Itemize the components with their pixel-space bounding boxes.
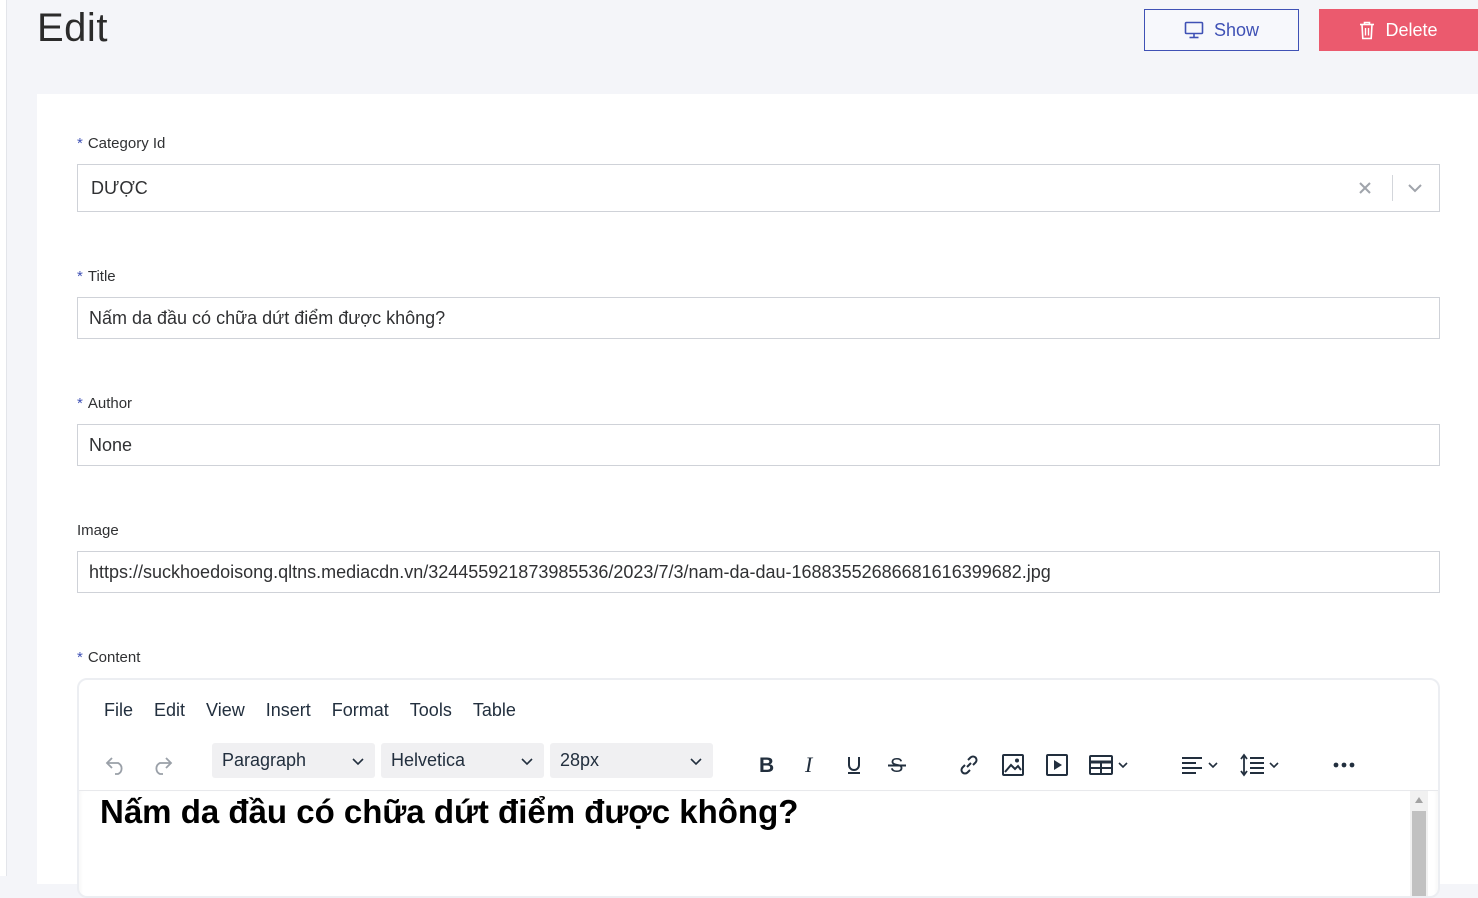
page-title: Edit (37, 6, 108, 50)
clear-icon[interactable] (1353, 176, 1377, 200)
bold-icon[interactable]: B (751, 748, 781, 782)
author-label: * Author (77, 395, 132, 412)
title-label: * Title (77, 268, 116, 285)
block-format-value: Paragraph (222, 750, 307, 770)
show-button[interactable]: Show (1144, 9, 1299, 51)
menu-table[interactable]: Table (473, 700, 516, 721)
author-label-text: Author (87, 395, 133, 412)
delete-button-label: Delete (1385, 19, 1438, 40)
svg-text:B: B (759, 754, 774, 776)
align-icon[interactable] (1177, 748, 1227, 782)
image-url-value: https://suckhoedoisong.qltns.mediacdn.vn… (89, 561, 1051, 582)
undo-icon[interactable] (103, 748, 129, 782)
content-label-text: Content (87, 649, 141, 666)
required-mark: * (77, 649, 83, 666)
menu-edit[interactable]: Edit (154, 700, 185, 721)
scroll-up-arrow-icon[interactable] (1415, 797, 1423, 803)
author-input-value: None (89, 434, 133, 455)
more-icon[interactable] (1329, 748, 1359, 782)
svg-text:I: I (804, 754, 814, 776)
font-size-value: 28px (560, 750, 600, 770)
menu-tools[interactable]: Tools (410, 700, 452, 721)
rich-text-editor: File Edit View Insert Format Tools Table… (77, 678, 1440, 898)
chevron-down-icon (520, 753, 534, 774)
title-input[interactable]: Nấm da đầu có chữa dứt điểm được không? (77, 297, 1440, 339)
chevron-down-icon (689, 753, 703, 774)
menu-file[interactable]: File (104, 700, 133, 721)
author-input[interactable]: None (77, 424, 1440, 466)
image-label-text: Image (77, 522, 119, 539)
image-url-input[interactable]: https://suckhoedoisong.qltns.mediacdn.vn… (77, 551, 1440, 593)
required-mark: * (77, 395, 83, 412)
table-icon[interactable] (1085, 748, 1135, 782)
strikethrough-icon[interactable]: S (882, 748, 912, 782)
chevron-down-icon (351, 753, 365, 774)
sidebar-edge (0, 0, 7, 876)
editor-toolbar: Paragraph Helvetica 28px B I S (79, 742, 1438, 788)
font-size-select[interactable]: 28px (550, 743, 713, 778)
editor-content-area[interactable]: Nấm da đầu có chữa dứt điểm được không? (79, 790, 1438, 896)
font-family-value: Helvetica (391, 750, 466, 770)
menu-format[interactable]: Format (332, 700, 389, 721)
show-button-label: Show (1213, 19, 1260, 40)
chevron-down-icon[interactable] (1403, 176, 1427, 200)
block-format-select[interactable]: Paragraph (212, 743, 375, 778)
required-mark: * (77, 135, 83, 152)
category-label-text: Category Id (87, 135, 166, 152)
image-label: Image (77, 522, 119, 539)
required-mark: * (77, 268, 83, 285)
scroll-thumb[interactable] (1412, 811, 1426, 896)
delete-button[interactable]: Delete (1319, 9, 1478, 51)
content-label: * Content (77, 649, 140, 666)
category-label: * Category Id (77, 135, 165, 152)
menu-insert[interactable]: Insert (266, 700, 311, 721)
menu-view[interactable]: View (206, 700, 245, 721)
editor-scrollbar[interactable] (1410, 791, 1428, 896)
content-heading: Nấm da đầu có chữa dứt điểm được không? (100, 793, 799, 830)
monitor-icon (1184, 21, 1204, 39)
link-icon[interactable] (954, 748, 984, 782)
category-select-value: DƯỢC (91, 177, 148, 198)
select-separator (1392, 175, 1393, 201)
redo-icon[interactable] (149, 748, 175, 782)
title-input-value: Nấm da đầu có chữa dứt điểm được không? (89, 307, 446, 328)
title-label-text: Title (87, 268, 116, 285)
font-family-select[interactable]: Helvetica (381, 743, 544, 778)
line-height-icon[interactable] (1237, 748, 1287, 782)
underline-icon[interactable] (839, 748, 869, 782)
trash-icon (1359, 21, 1375, 40)
editor-menubar: File Edit View Insert Format Tools Table (104, 700, 537, 721)
media-icon[interactable] (1042, 748, 1072, 782)
category-select[interactable]: DƯỢC (77, 164, 1440, 212)
italic-icon[interactable]: I (795, 748, 825, 782)
image-icon[interactable] (998, 748, 1028, 782)
